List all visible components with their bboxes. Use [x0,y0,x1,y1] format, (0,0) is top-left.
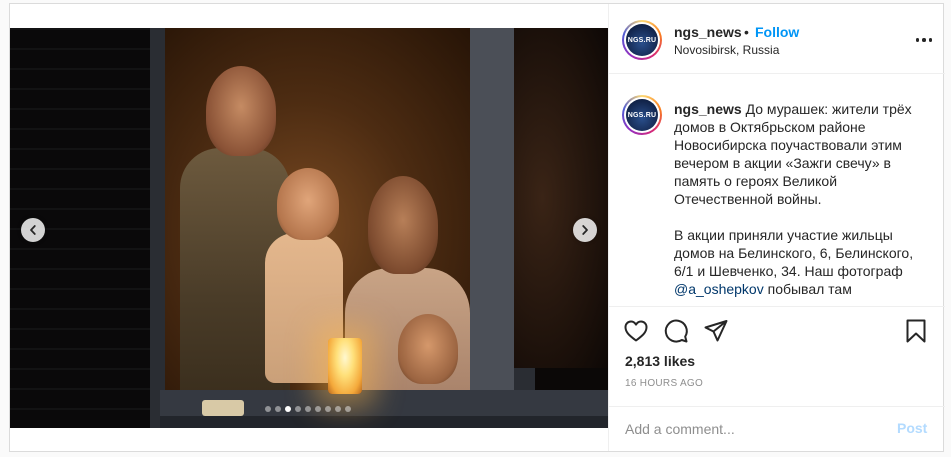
carousel-dot [285,406,291,412]
post-photo[interactable] [10,28,608,428]
carousel-dot [265,406,271,412]
post-sidebar: NGS.RU ngs_news • Follow Novosibirsk, Ru… [608,4,945,451]
chevron-left-icon [30,225,36,235]
chevron-right-icon [582,225,588,235]
share-button[interactable] [702,317,730,345]
photo-window-ledge [160,416,608,428]
bookmark-icon [906,319,926,343]
caption-paragraph-2-end: побывал там [763,281,852,297]
photo-man-head [206,66,276,156]
save-button[interactable] [902,317,930,345]
avatar-logo-text: NGS.RU [627,36,657,44]
heart-icon [624,320,648,342]
caption-username[interactable]: ngs_news [674,101,742,117]
more-options-icon[interactable] [912,32,936,48]
carousel-dot [325,406,331,412]
photo-window-mullion [470,28,514,406]
carousel-dot [335,406,341,412]
photo-boy-head [398,314,458,384]
caption-mention-link[interactable]: @a_oshepkov [674,281,764,297]
carousel-dot [275,406,281,412]
comment-bar: Post [609,406,945,451]
post-header: NGS.RU ngs_news • Follow Novosibirsk, Ru… [609,4,945,74]
carousel-dot [315,406,321,412]
comment-input[interactable] [625,419,875,439]
post-card: NGS.RU ngs_news • Follow Novosibirsk, Ru… [9,3,945,452]
carousel-prev-button[interactable] [21,218,45,242]
avatar[interactable]: NGS.RU [622,20,662,60]
caption-avatar[interactable]: NGS.RU [622,95,662,135]
username-link[interactable]: ngs_news [674,24,742,40]
post-actions: 2,813 likes 16 HOURS AGO [609,306,945,406]
carousel-dot [345,406,351,412]
carousel-indicator [265,406,351,412]
photo-girl-head [277,168,339,240]
likes-count[interactable]: 2,813 likes [625,353,695,369]
caption-paragraph-2: В акции приняли участие жильцы домов на … [674,227,914,279]
comment-icon [664,319,688,343]
like-button[interactable] [622,317,650,345]
photo-candle [328,338,362,394]
photo-cup [202,400,244,416]
caption: ngs_news До мурашек: жители трёх домов в… [674,100,936,306]
carousel-dot [295,406,301,412]
location-link[interactable]: Novosibirsk, Russia [674,43,779,57]
post-comment-button[interactable]: Post [897,420,927,436]
carousel-next-button[interactable] [573,218,597,242]
photo-woman-head [368,176,438,274]
comment-button[interactable] [662,317,690,345]
caption-scroll-area[interactable]: NGS.RU ngs_news До мурашек: жители трёх … [609,75,945,306]
paper-plane-icon [704,320,728,342]
follow-button[interactable]: Follow [755,24,799,40]
carousel-dot [305,406,311,412]
header-separator: • [744,24,749,40]
photo-window-right-pane [514,28,608,368]
post-timestamp[interactable]: 16 HOURS AGO [625,378,703,389]
caption-avatar-logo-text: NGS.RU [627,111,657,119]
